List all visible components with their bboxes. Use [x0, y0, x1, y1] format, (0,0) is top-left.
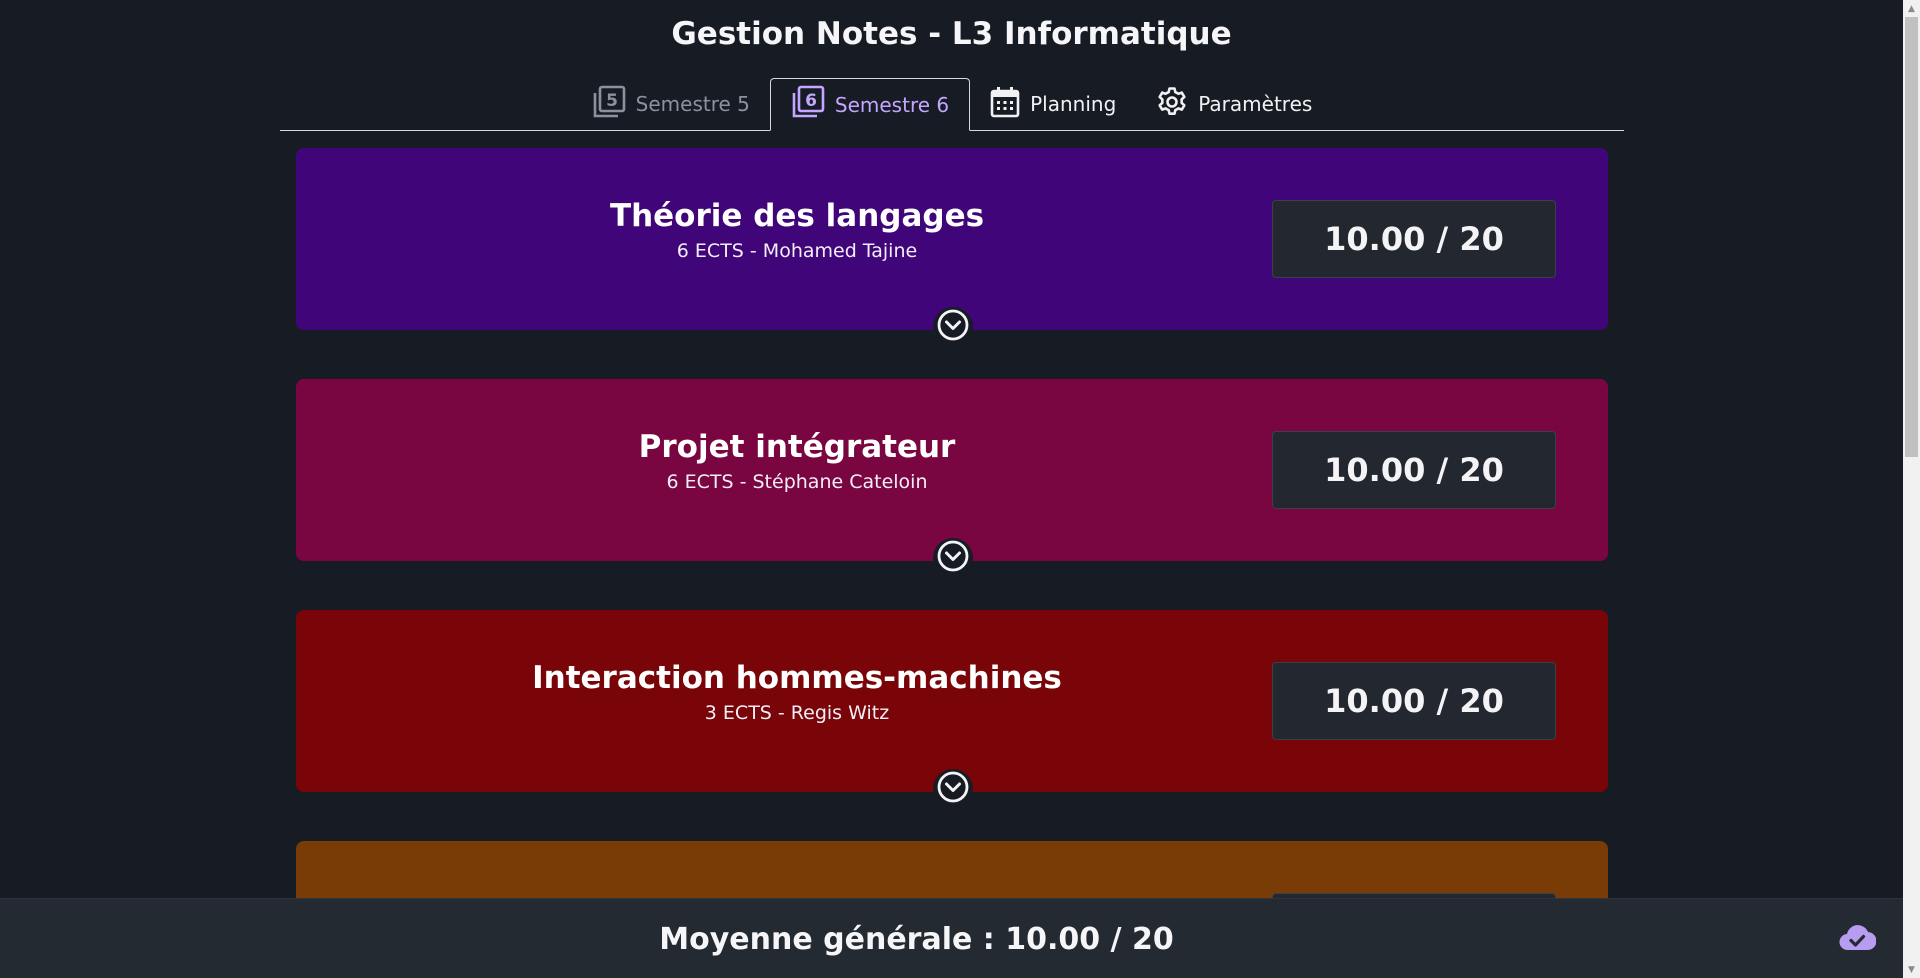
- tab-semestre-6[interactable]: 6 Semestre 6: [769, 78, 971, 131]
- course-grade: 10.00 / 20: [1272, 431, 1556, 509]
- calendar-icon: [990, 86, 1020, 123]
- expand-button[interactable]: [933, 307, 973, 347]
- tab-label: Semestre 5: [635, 92, 750, 116]
- course-card: [296, 841, 1608, 898]
- course-name: Projet intégrateur: [638, 429, 956, 465]
- semester-6-icon: 6: [791, 85, 825, 124]
- course-card: Théorie des langages 6 ECTS - Mohamed Ta…: [296, 148, 1608, 347]
- course-info: [296, 891, 1298, 897]
- page-title: Gestion Notes - L3 Informatique: [671, 16, 1232, 52]
- semester-5-icon: 5: [592, 85, 626, 124]
- chevron-down-circle-icon: [936, 539, 970, 577]
- tab-semestre-5[interactable]: 5 Semestre 5: [572, 78, 770, 130]
- course-list: Théorie des langages 6 ECTS - Mohamed Ta…: [296, 148, 1608, 898]
- course-meta: 3 ECTS - Regis Witz: [704, 702, 890, 724]
- course-info: Interaction hommes-machines 3 ECTS - Reg…: [296, 660, 1298, 724]
- svg-text:5: 5: [606, 91, 618, 111]
- scroll-up-arrow-icon[interactable]: ▲: [1903, 0, 1920, 17]
- course-card: Projet intégrateur 6 ECTS - Stéphane Cat…: [296, 379, 1608, 578]
- course-grade: 10.00 / 20: [1272, 200, 1556, 278]
- general-average: Moyenne générale : 10.00 / 20: [659, 921, 1174, 957]
- semester-tabs: 5 Semestre 5 6 Semestre 6 Planning Param…: [280, 78, 1624, 131]
- tab-label: Paramètres: [1198, 92, 1313, 116]
- course-card: Interaction hommes-machines 3 ECTS - Reg…: [296, 610, 1608, 809]
- scroll-down-arrow-icon[interactable]: ▼: [1903, 961, 1920, 978]
- tab-label: Semestre 6: [834, 92, 950, 117]
- svg-text:6: 6: [805, 91, 817, 111]
- tab-planning[interactable]: Planning: [970, 78, 1136, 130]
- footer-bar: Moyenne générale : 10.00 / 20: [0, 898, 1903, 978]
- scroll-thumb[interactable]: [1905, 17, 1918, 457]
- expand-button[interactable]: [933, 769, 973, 809]
- chevron-down-circle-icon: [936, 770, 970, 808]
- tab-label: Planning: [1030, 92, 1117, 116]
- vertical-scrollbar[interactable]: ▲ ▼: [1903, 0, 1920, 978]
- course-meta: 6 ECTS - Stéphane Cateloin: [666, 471, 928, 493]
- chevron-down-circle-icon: [936, 308, 970, 346]
- expand-button[interactable]: [933, 538, 973, 578]
- course-meta: 6 ECTS - Mohamed Tajine: [676, 240, 918, 262]
- course-name: Interaction hommes-machines: [532, 660, 1062, 696]
- course-info: Théorie des langages 6 ECTS - Mohamed Ta…: [296, 198, 1298, 262]
- course-grade: 10.00 / 20: [1272, 662, 1556, 740]
- cloud-check-icon[interactable]: [1838, 923, 1877, 957]
- course-name: Théorie des langages: [609, 198, 985, 234]
- course-info: Projet intégrateur 6 ECTS - Stéphane Cat…: [296, 429, 1298, 493]
- app-root: Gestion Notes - L3 Informatique 5 Semest…: [0, 0, 1920, 978]
- gear-icon: [1156, 86, 1188, 123]
- tab-parametres[interactable]: Paramètres: [1136, 78, 1332, 130]
